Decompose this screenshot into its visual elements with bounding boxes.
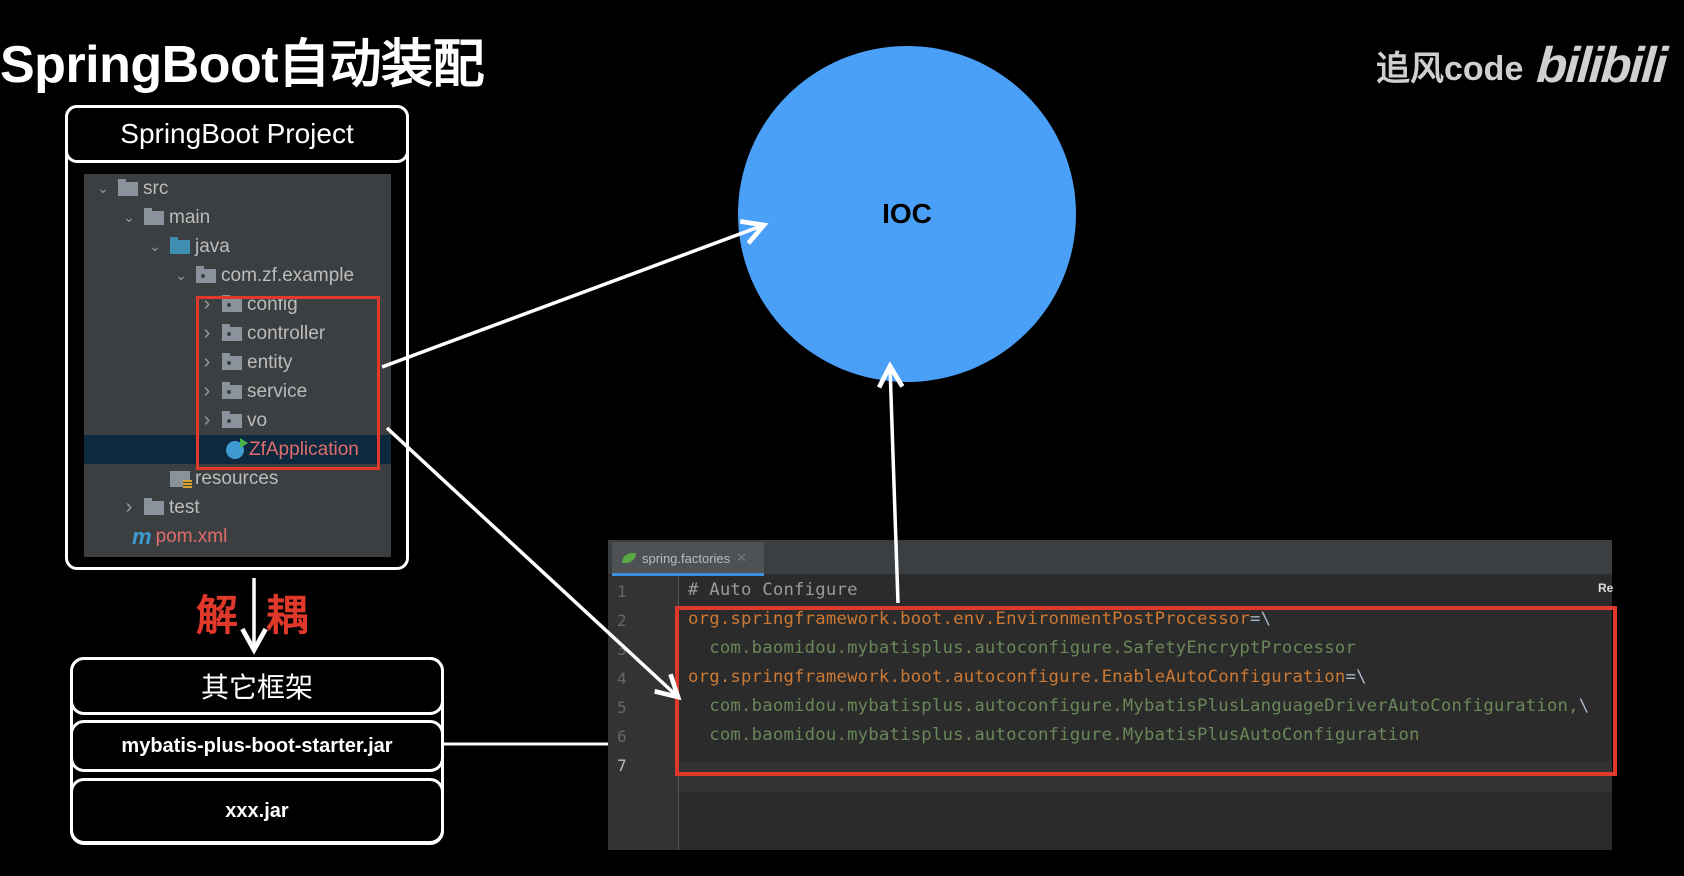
arrow-packages-to-factories — [385, 426, 678, 697]
arrows-layer — [0, 0, 1684, 746]
arrow-packages-to-ioc — [381, 225, 764, 369]
arrow-factories-to-ioc — [890, 366, 898, 604]
